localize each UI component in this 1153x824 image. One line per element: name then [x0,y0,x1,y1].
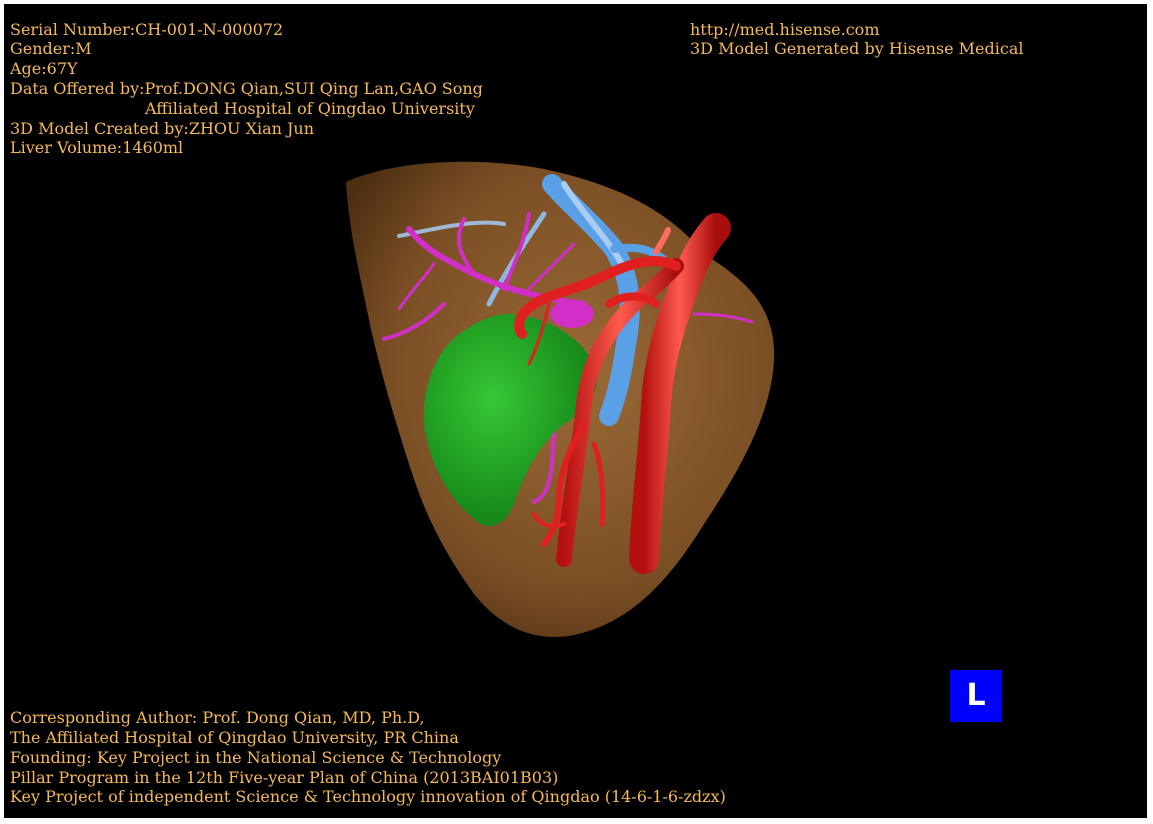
serial-number-label: Serial Number:CH-001-N-000072 [10,20,284,39]
orientation-indicator[interactable]: L [950,670,1002,722]
age-label: Age:67Y [10,59,78,78]
footer-line-3: Founding: Key Project in the National Sc… [10,748,502,767]
hospital-label: Affiliated Hospital of Qingdao Universit… [145,99,475,118]
model-created-by-label: 3D Model Created by:ZHOU Xian Jun [10,119,315,138]
generated-by-label: 3D Model Generated by Hisense Medical [690,39,1024,58]
render-viewport[interactable]: Serial Number:CH-001-N-000072 Gender:M A… [4,4,1147,818]
liver-volume-label: Liver Volume:1460ml [10,138,184,157]
footer-line-4: Pillar Program in the 12th Five-year Pla… [10,768,559,787]
gender-label: Gender:M [10,39,92,58]
footer-line-1: Corresponding Author: Prof. Dong Qian, M… [10,708,425,727]
website-url: http://med.hisense.com [690,20,880,39]
data-offered-label: Data Offered by:Prof.DONG Qian,SUI Qing … [10,79,483,98]
footer-line-2: The Affiliated Hospital of Qingdao Unive… [10,728,459,747]
footer-line-5: Key Project of independent Science & Tec… [10,787,726,806]
